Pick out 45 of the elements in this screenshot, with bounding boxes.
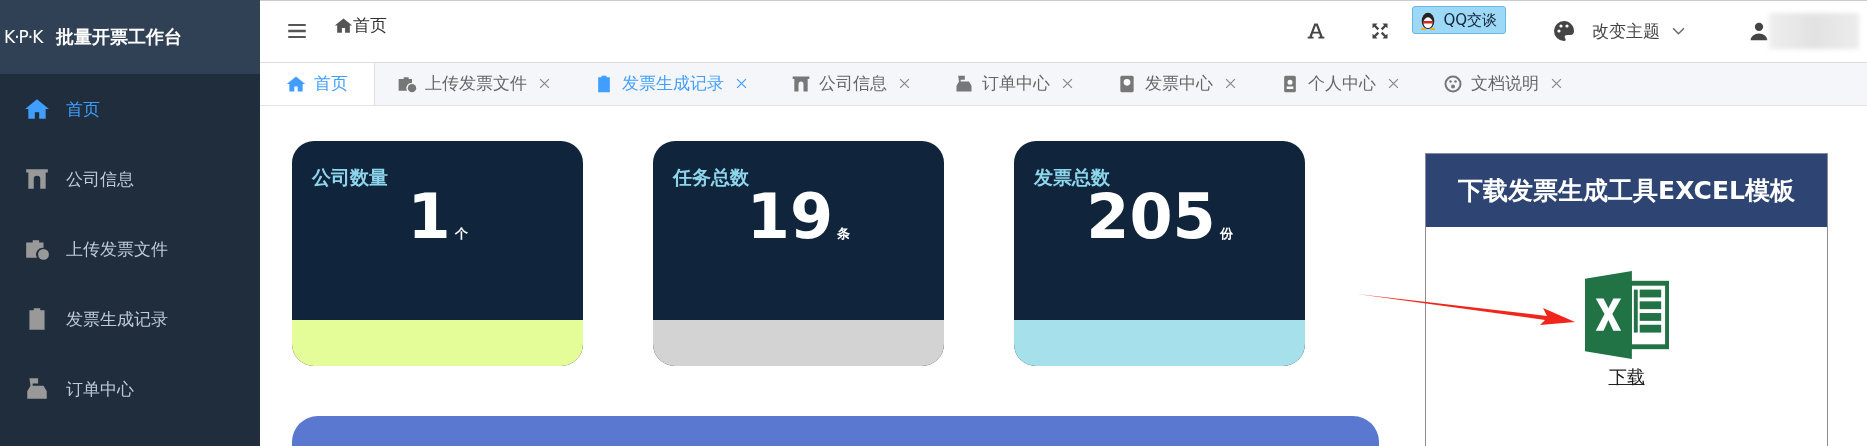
theme-menu[interactable]: 改变主题 [1592,19,1660,43]
logo-text: K·P·K [4,27,43,47]
archway-icon [24,166,50,192]
close-icon[interactable] [1551,78,1562,90]
cash-register-icon [24,376,50,402]
stat-title: 任务总数 [673,165,750,190]
stat-unit: 份 [1219,225,1233,243]
excel-icon[interactable] [1584,271,1669,359]
stat-title: 公司数量 [312,165,389,190]
tab[interactable]: 上传发票文件 [375,62,572,105]
stat-value: 1 [407,183,451,252]
menu-icon[interactable] [288,24,306,39]
penguin-icon [1419,10,1438,31]
tab[interactable]: 订单中心 [932,62,1095,105]
close-icon[interactable] [1225,78,1236,90]
close-icon[interactable] [1062,78,1073,90]
stat-unit: 条 [837,225,851,243]
tab[interactable]: 发票中心 [1095,62,1258,105]
palette-icon[interactable] [1552,19,1576,44]
app-title: 批量开票工作台 [56,25,183,49]
close-icon[interactable] [899,78,910,90]
book-icon [1117,73,1137,94]
panel-title: 下载发票生成工具EXCEL模板 [1426,154,1827,227]
home-icon [334,15,353,35]
chevron-down-icon[interactable] [1672,26,1685,36]
tab[interactable]: 首页 [260,62,375,105]
fullscreen-icon[interactable] [1370,21,1391,42]
sidebar-item[interactable]: 首页 [0,74,260,144]
sidebar-item[interactable]: 上传发票文件 [0,214,260,284]
close-icon[interactable] [539,78,550,90]
font-size-icon[interactable] [1306,21,1327,42]
tab[interactable]: 文档说明 [1421,62,1584,105]
stat-unit: 个 [454,225,468,243]
qq-chat-button[interactable]: QQ交谈 [1412,6,1506,35]
tab[interactable]: 个人中心 [1258,62,1421,105]
sidebar-item[interactable]: 发票生成记录 [0,284,260,354]
sidebar-item[interactable]: 公司信息 [0,144,260,214]
sidebar-item[interactable]: 订单中心 [0,354,260,424]
cash-register-icon [954,73,974,94]
surprised-face-icon [1443,73,1463,94]
download-link[interactable]: 下载 [1608,365,1645,389]
user-icon[interactable] [1749,20,1769,43]
close-icon[interactable] [1388,78,1399,90]
breadcrumb[interactable]: 首页 [353,13,387,37]
tab[interactable]: 公司信息 [769,62,932,105]
